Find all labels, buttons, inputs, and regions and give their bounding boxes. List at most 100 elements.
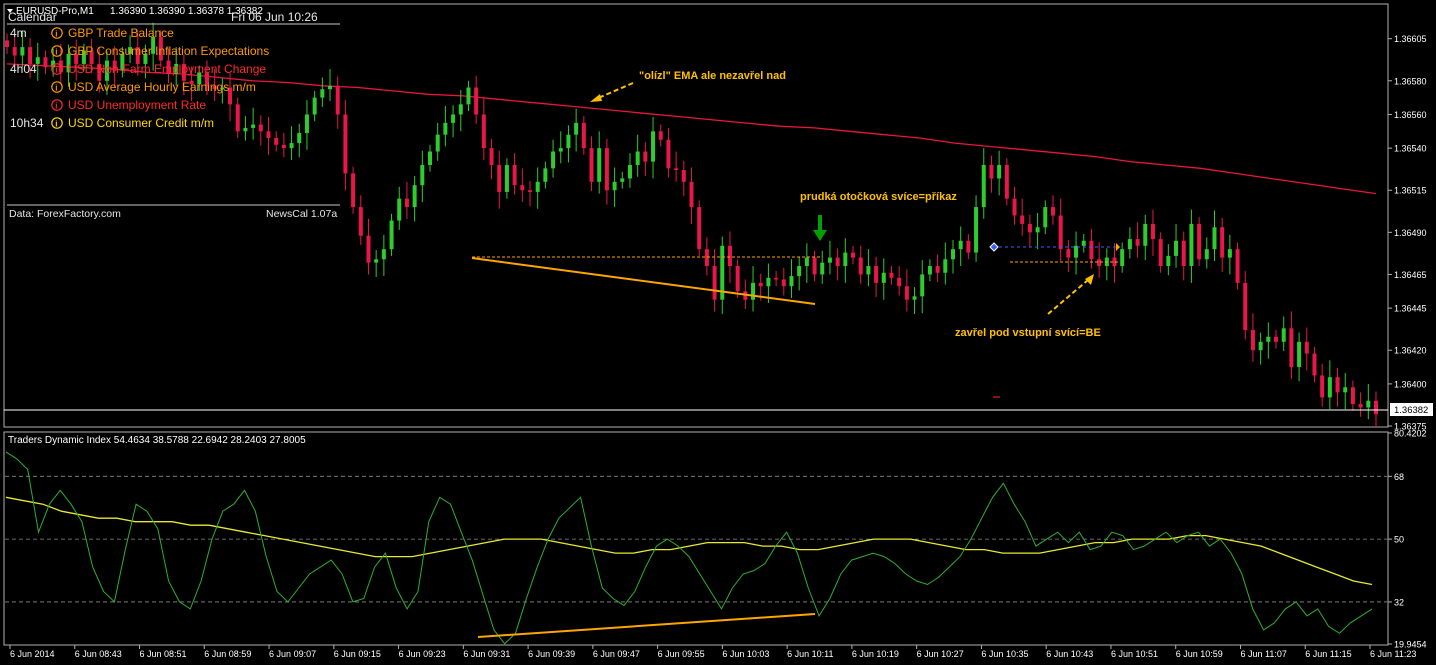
candle-bullish — [950, 249, 955, 260]
candle-bullish — [328, 85, 333, 90]
calendar-title: Calendar — [8, 10, 57, 24]
candle-bearish — [697, 207, 702, 250]
candle-bearish — [335, 85, 340, 115]
candle-bullish — [843, 252, 848, 267]
candle-bullish — [504, 164, 509, 192]
tdi-tick-label: 68 — [1394, 472, 1404, 482]
candle-bullish — [466, 87, 471, 105]
candle-bullish — [1327, 377, 1332, 398]
candle-bearish — [781, 279, 786, 287]
impact-icon-glyph: i — [55, 120, 57, 129]
price-tick-label: 1.36465 — [1394, 270, 1427, 280]
candle-bearish — [643, 151, 648, 162]
candle-bullish — [566, 134, 571, 149]
candle-bullish — [1227, 249, 1232, 258]
time-tick-label: 6 Jun 09:07 — [269, 649, 316, 659]
candle-bearish — [351, 173, 356, 208]
candle-bearish — [258, 124, 263, 132]
price-tick-label: 1.36605 — [1394, 34, 1427, 44]
candle-bearish — [858, 257, 863, 275]
candle-bullish — [797, 266, 802, 277]
time-tick-label: 6 Jun 10:27 — [917, 649, 964, 659]
candle-bullish — [1120, 249, 1125, 267]
candle-bearish — [1158, 239, 1163, 267]
candle-bearish — [1250, 330, 1255, 351]
price-tick-label: 1.36515 — [1394, 186, 1427, 196]
candle-bearish — [735, 266, 740, 292]
calendar-event[interactable]: i USD Average Hourly Earnings m/m — [51, 80, 256, 94]
candle-bullish — [397, 198, 402, 221]
candle-bearish — [1150, 223, 1155, 240]
candle-bullish — [1258, 341, 1263, 351]
candle-bearish — [489, 148, 494, 165]
candle-bullish — [574, 122, 579, 135]
candle-bullish — [1189, 223, 1194, 267]
candle-bearish — [1312, 353, 1317, 376]
candle-bullish — [651, 131, 656, 162]
candle-bearish — [520, 185, 525, 191]
candle-bullish — [420, 164, 425, 186]
candle-bearish — [581, 122, 586, 149]
candle-bearish — [1274, 336, 1279, 342]
candle-bullish — [1035, 227, 1040, 233]
impact-icon-glyph: i — [55, 84, 57, 93]
indicator-panel[interactable] — [3, 431, 1389, 646]
candle-bearish — [1058, 215, 1063, 250]
time-tick-label: 6 Jun 10:19 — [852, 649, 899, 659]
candle-bullish — [981, 164, 986, 208]
time-tick-label: 6 Jun 10:11 — [787, 649, 833, 659]
candle-bullish — [535, 181, 540, 192]
candle-bearish — [1197, 223, 1202, 260]
candle-bearish — [874, 266, 879, 283]
time-tick-label: 6 Jun 09:55 — [658, 649, 705, 659]
time-tick-label: 6 Jun 08:59 — [204, 649, 251, 659]
candle-bullish — [627, 164, 632, 179]
candle-bullish — [320, 89, 325, 98]
candle-bearish — [266, 131, 271, 139]
candle-bearish — [681, 170, 686, 182]
candle-bullish — [458, 104, 463, 115]
candle-bullish — [866, 266, 871, 275]
candle-bullish — [243, 127, 248, 132]
candle-bullish — [389, 220, 394, 250]
candle-bullish — [789, 276, 794, 287]
candle-bullish — [820, 262, 825, 275]
calendar-event[interactable]: i USD Unemployment Rate — [51, 98, 207, 112]
candle-bearish — [1304, 341, 1309, 354]
time-tick-label: 6 Jun 10:43 — [1046, 649, 1093, 659]
candle-bullish — [612, 181, 617, 191]
calendar-event-text: USD Average Hourly Earnings m/m — [68, 80, 256, 94]
time-tick-label: 6 Jun 09:47 — [593, 649, 640, 659]
candle-bearish — [674, 168, 679, 171]
candle-bearish — [774, 277, 779, 280]
candle-bearish — [727, 245, 732, 267]
trading-chart[interactable]: 1.36605 1.36580 1.36560 1.36540 1.36515 1.364… — [0, 0, 1436, 665]
candle-bearish — [1358, 404, 1363, 408]
candle-bullish — [20, 47, 25, 56]
candle-bearish — [966, 240, 971, 253]
candle-bullish — [1297, 341, 1302, 368]
candle-bearish — [1012, 198, 1017, 216]
candle-bearish — [1335, 377, 1340, 393]
candle-bearish — [358, 207, 363, 236]
candle-bearish — [235, 104, 240, 132]
candle-bearish — [481, 114, 486, 149]
candle-bearish — [989, 164, 994, 179]
candle-bullish — [804, 257, 809, 267]
calendar-event[interactable]: i GBP Consumer Inflation Expectations — [51, 44, 269, 58]
impact-icon-glyph: i — [55, 30, 57, 39]
calendar-event-time: 4h04 — [10, 62, 37, 76]
current-price-tag: 1.36382 — [1390, 403, 1433, 416]
time-tick-label: 6 Jun 11:23 — [1370, 649, 1416, 659]
calendar-event[interactable]: 10h34 i USD Consumer Credit m/m — [10, 116, 214, 130]
candle-bullish — [435, 134, 440, 152]
annotation-breakeven: zavřel pod vstupní svící=BE — [955, 327, 1101, 339]
candle-bearish — [712, 266, 717, 300]
calendar-version: NewsCal 1.07a — [266, 208, 337, 220]
candle-bullish — [1343, 387, 1348, 393]
candle-bullish — [543, 168, 548, 182]
candle-bearish — [1135, 239, 1140, 246]
candle-bullish — [297, 132, 302, 144]
candle-bullish — [1212, 227, 1217, 250]
candle-bullish — [943, 259, 948, 273]
